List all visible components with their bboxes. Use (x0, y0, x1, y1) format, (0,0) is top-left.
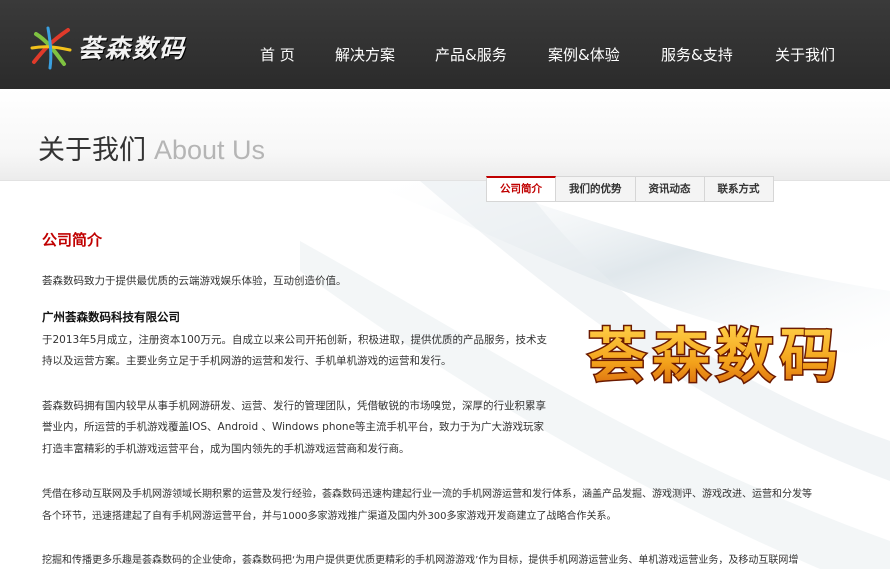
tab-our-advantages[interactable]: 我们的优势 (556, 176, 636, 202)
tab-company-intro[interactable]: 公司简介 (486, 176, 556, 202)
tab-news[interactable]: 资讯动态 (635, 176, 705, 202)
paragraph-4-line-1: 挖掘和传播更多乐趣是荟森数码的企业使命，荟森数码把‘为用户提供更优质更精彩的手机… (42, 555, 799, 566)
paragraph-3-line-1: 凭借在移动互联网及手机网游领域长期积累的运营及发行经验，荟森数码迅速构建起行业一… (42, 489, 812, 500)
intro-paragraph: 荟森数码致力于提供最优质的云端游戏娱乐体验，互动创造价值。 (42, 275, 347, 287)
page-title-en: About Us (154, 135, 266, 165)
nav-item-about-us[interactable]: 关于我们 (775, 44, 835, 65)
paragraph-2-line-1: 荟森数码拥有国内较早从事手机网游研发、运营、发行的管理团队，凭借敏锐的市场嗅觉，… (42, 400, 546, 412)
brand-artwork-text: 荟森数码 (588, 322, 844, 390)
page-title-cn: 关于我们 (38, 135, 146, 166)
nav-item-home[interactable]: 首 页 (260, 44, 295, 65)
page-title: 关于我们 About Us (38, 128, 265, 167)
paragraph-3-line-2: 各个环节，迅速搭建起了自有手机网游运营平台，并与1000多家游戏推广渠道及国内外… (42, 511, 617, 522)
nav-item-solutions[interactable]: 解决方案 (335, 44, 395, 65)
nav-item-support[interactable]: 服务&支持 (661, 44, 733, 65)
paragraph-2-line-3: 打造丰富精彩的手机游戏运营平台，成为国内领先的手机游戏运营商和发行商。 (42, 443, 410, 455)
nav-item-cases[interactable]: 案例&体验 (548, 44, 620, 65)
nav-item-products-services[interactable]: 产品&服务 (435, 44, 507, 65)
paragraph-2-line-2: 誉业内，所运营的手机游戏覆盖IOS、Android 、Windows phone… (42, 421, 545, 433)
tab-contact[interactable]: 联系方式 (704, 176, 774, 202)
brand-artwork: 荟森数码 (586, 321, 844, 392)
top-header: 荟森数码 首 页 解决方案 产品&服务 案例&体验 服务&支持 关于我们 (0, 0, 890, 89)
section-tabs: 公司简介 我们的优势 资讯动态 联系方式 (486, 176, 774, 202)
paragraph-1-line-2: 持以及运营方案。主要业务立足于手机网游的运营和发行、手机单机游戏的运营和发行。 (42, 355, 452, 367)
paragraph-1-line-1: 于2013年5月成立，注册资本100万元。自成立以来公司开拓创新，积极进取，提供… (42, 334, 547, 346)
main-nav: 首 页 解决方案 产品&服务 案例&体验 服务&支持 关于我们 (0, 0, 890, 89)
section-heading: 公司简介 (42, 231, 103, 249)
company-name: 广州荟森数码科技有限公司 (42, 310, 180, 324)
